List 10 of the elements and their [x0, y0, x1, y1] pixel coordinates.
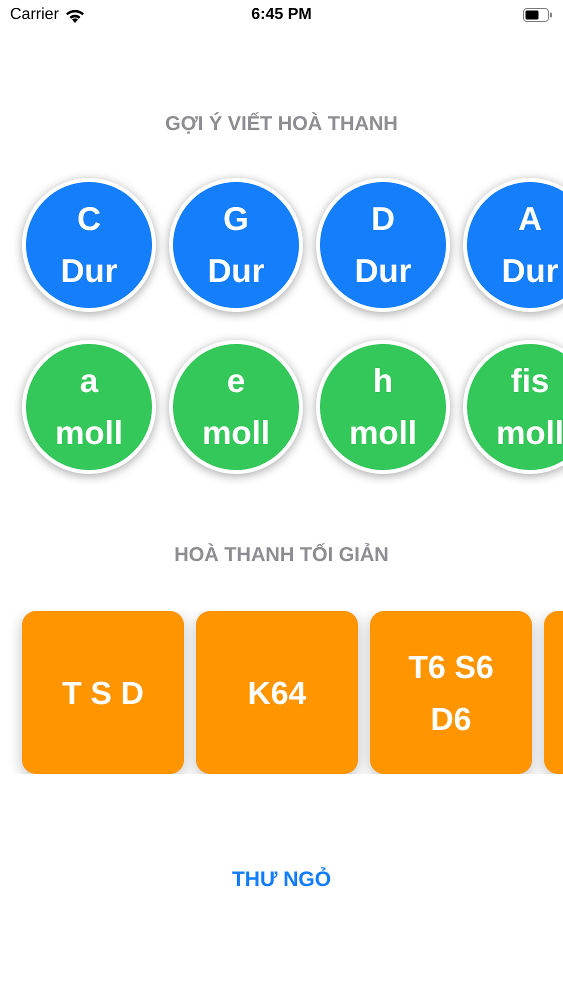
wifi-icon [64, 8, 85, 22]
carrier-label: Carrier [10, 6, 59, 24]
battery-icon [523, 8, 553, 22]
section-title: GỢI Ý VIẾT HOÀ THANH [164, 113, 399, 136]
harmony-card[interactable]: K64 [196, 611, 358, 774]
status-time: 6:45 PM [251, 6, 312, 24]
section-title: HOÀ THANH TỐI GIẢN [173, 544, 390, 567]
harmony-card[interactable]: T6 S6 D6 [370, 611, 532, 774]
letter-link[interactable]: THƯ NGỎ [232, 868, 332, 892]
harmony-card[interactable]: T S D [22, 611, 184, 774]
